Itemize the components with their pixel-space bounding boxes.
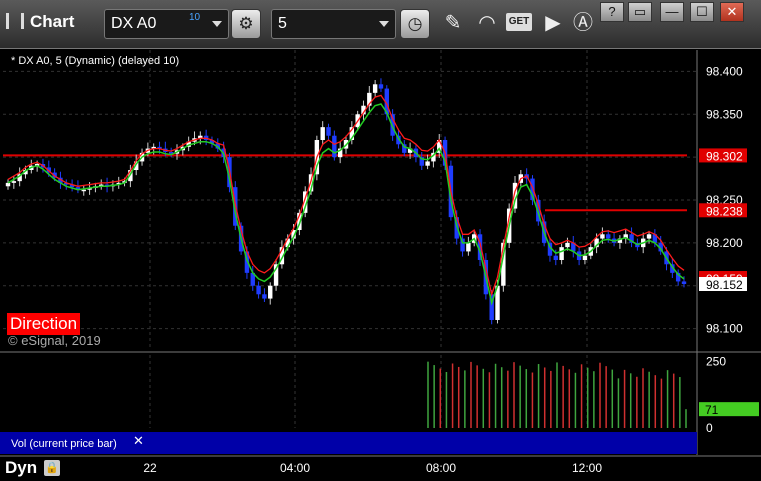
candle [320,127,325,140]
candle [262,294,267,299]
price-tick-label: 98.100 [706,322,743,336]
volume-tick-label: 250 [706,355,726,369]
chart-sublabel: * DX A0, 5 (Dynamic) (delayed 10) [11,55,180,67]
volume-panel-label: Vol (current price bar) [11,438,117,450]
price-marker-label: 98.152 [706,278,743,292]
close-icon[interactable]: ✕ [133,433,144,449]
candle [565,242,570,248]
bottom-title: Dyn [5,458,38,477]
candle [5,182,11,187]
candle [326,127,331,136]
candle [378,84,384,89]
candle [372,84,378,93]
candle [606,234,611,239]
time-axis-bg [0,456,761,481]
time-tick-label: 22 [143,461,157,475]
volume-tick-label: 0 [706,421,713,435]
candle [559,247,564,260]
green-line [7,103,685,306]
candle [268,285,273,299]
price-chart[interactable]: 98.40098.35098.25098.20098.10022 04:00 08:… [0,0,761,481]
price-tick-label: 98.400 [706,64,743,78]
candle [425,161,430,166]
price-tick-label: 98.350 [706,107,743,121]
candle [256,285,261,295]
time-tick-label: 12:00 [572,461,602,475]
red-line [7,94,685,297]
price-tick-label: 98.200 [706,236,743,250]
candle [332,135,337,158]
candle [466,242,471,252]
candle [681,281,687,284]
lock-icon[interactable]: 🔒 [44,460,60,476]
volume-marker-label: 71 [705,403,719,417]
chart-window: Chart DX A0 10 ⚙ 5 ◷ ✎ ◠ GET ▶ Ⓐ ? ▭ — ☐… [0,0,761,481]
direction-label: Direction [7,313,81,335]
time-tick-label: 04:00 [280,461,310,475]
candle [11,181,17,183]
time-tick-label: 08:00 [426,461,456,475]
candle [582,255,588,260]
candle [81,189,86,192]
copyright: © eSignal, 2019 [8,333,101,348]
candle [646,234,652,239]
candle [600,234,605,239]
candle [553,255,558,260]
price-marker-label: 98.238 [706,204,743,218]
price-marker-label: 98.302 [706,149,743,163]
